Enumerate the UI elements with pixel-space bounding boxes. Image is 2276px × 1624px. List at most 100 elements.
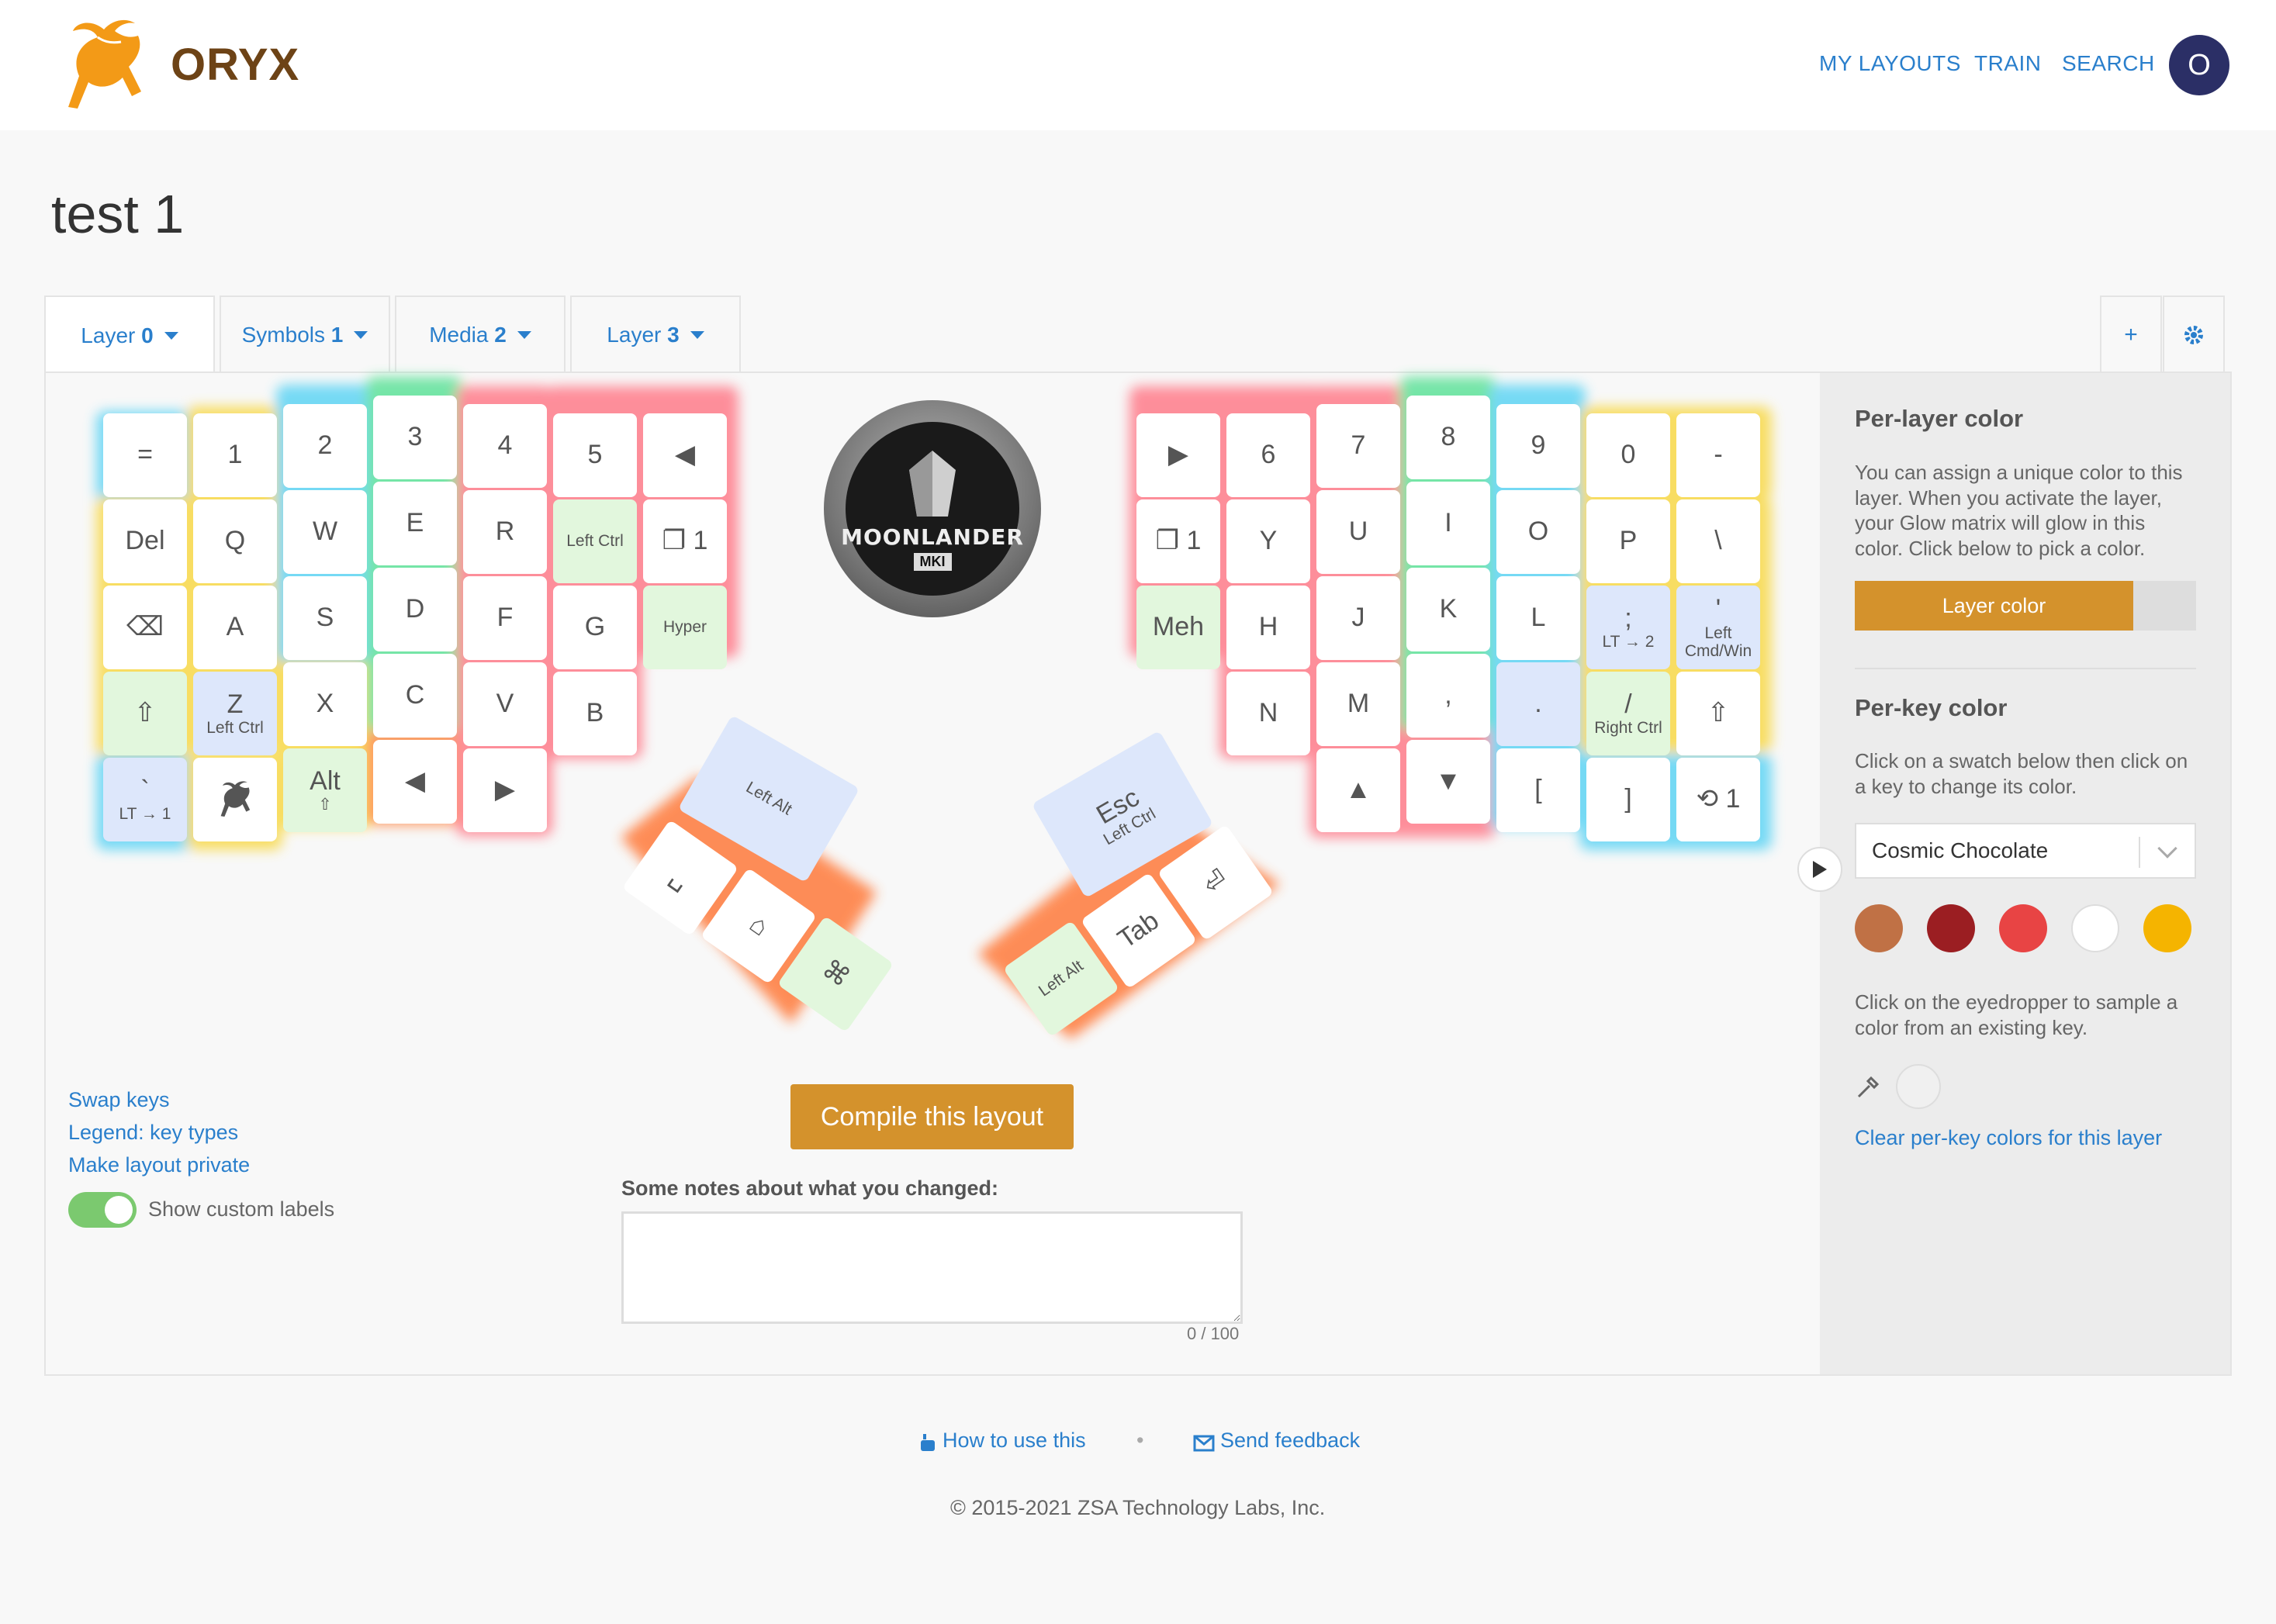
keyboard-key[interactable]: 3 — [373, 396, 457, 479]
keyboard-key[interactable]: 2 — [283, 404, 367, 488]
key-label: ; — [1624, 603, 1632, 633]
keyboard-key[interactable]: ▼ — [1406, 740, 1490, 824]
key-label: Q — [224, 526, 246, 556]
keyboard-key[interactable]: L — [1496, 576, 1580, 660]
keyboard-key[interactable]: Meh — [1136, 586, 1220, 669]
keyboard-key[interactable]: . — [1496, 662, 1580, 746]
color-swatch[interactable] — [1999, 904, 2047, 952]
keyboard-key[interactable]: E — [373, 482, 457, 565]
keyboard-key[interactable]: V — [463, 662, 547, 746]
key-label: ◀ — [674, 440, 696, 470]
keyboard-key[interactable]: ⟲ 1 — [1676, 758, 1760, 841]
keyboard-key[interactable]: Left Ctrl — [553, 499, 637, 583]
eyedropper-icon[interactable] — [1854, 1073, 1882, 1101]
keyboard-key[interactable]: H — [1226, 586, 1310, 669]
keyboard-key[interactable]: B — [553, 672, 637, 755]
keyboard-key[interactable]: Z Left Ctrl — [193, 672, 277, 755]
keyboard-key[interactable]: , — [1406, 654, 1490, 738]
keyboard-key[interactable]: I — [1406, 482, 1490, 565]
keyboard-key[interactable]: ❐ 1 — [643, 499, 727, 583]
keyboard-key[interactable]: 4 — [463, 404, 547, 488]
clear-colors-link[interactable]: Clear per-key colors for this layer — [1855, 1126, 2162, 1150]
keyboard-key[interactable]: N — [1226, 672, 1310, 755]
how-to-use-link[interactable]: How to use this — [943, 1429, 1086, 1453]
make-private-link[interactable]: Make layout private — [68, 1153, 250, 1177]
keyboard-key[interactable]: A — [193, 586, 277, 669]
color-swatch[interactable] — [2143, 904, 2191, 952]
keyboard-key[interactable]: ; LT → 2 — [1586, 586, 1670, 669]
keyboard-key[interactable]: U — [1316, 490, 1400, 574]
keyboard-key[interactable]: D — [373, 568, 457, 651]
keyboard-key[interactable]: 1 — [193, 413, 277, 497]
keyboard-key[interactable]: J — [1316, 576, 1400, 660]
layer-color-button[interactable]: Layer color — [1855, 581, 2196, 631]
keyboard-key[interactable]: [ — [1496, 748, 1580, 832]
legend-link[interactable]: Legend: key types — [68, 1121, 238, 1145]
keyboard-key[interactable]: Alt ⇧ — [283, 748, 367, 832]
key-label: W — [312, 517, 338, 547]
keyboard-key[interactable]: ▶ — [463, 748, 547, 832]
keyboard-key[interactable]: Q — [193, 499, 277, 583]
custom-labels-toggle[interactable] — [68, 1192, 137, 1228]
color-swatch[interactable] — [1855, 904, 1903, 952]
keyboard-key[interactable]: O — [1496, 490, 1580, 574]
keyboard-key[interactable]: C — [373, 654, 457, 738]
keyboard-key[interactable]: P — [1586, 499, 1670, 583]
key-label: ⟲ 1 — [1696, 784, 1741, 814]
keyboard-key[interactable]: / Right Ctrl — [1586, 672, 1670, 755]
keyboard-key[interactable]: K — [1406, 568, 1490, 651]
color-swatch[interactable] — [1927, 904, 1975, 952]
keyboard-key[interactable]: S — [283, 576, 367, 660]
keyboard-key[interactable]: Y — [1226, 499, 1310, 583]
keyboard-key[interactable]: W — [283, 490, 367, 574]
key-label: L — [1531, 603, 1546, 633]
keyboard-key[interactable]: ▲ — [1316, 748, 1400, 832]
key-label: ▲ — [1345, 775, 1371, 805]
keyboard-key[interactable]: 5 — [553, 413, 637, 497]
keyboard-key[interactable]: ◀ — [643, 413, 727, 497]
keyboard-key[interactable] — [193, 758, 277, 841]
color-swatch[interactable] — [2071, 904, 2119, 952]
keyboard-key[interactable]: F — [463, 576, 547, 660]
key-label: K — [1439, 594, 1458, 624]
keyboard-key[interactable]: ` LT → 1 — [103, 758, 187, 841]
keyboard-key[interactable]: G — [553, 586, 637, 669]
keyboard-key[interactable]: 0 — [1586, 413, 1670, 497]
notes-textarea[interactable] — [621, 1211, 1243, 1324]
keyboard-key[interactable]: R — [463, 490, 547, 574]
keyboard-key[interactable]: ⇧ — [103, 672, 187, 755]
key-sublabel: Left Ctrl — [206, 719, 264, 738]
key-label: ▶ — [1167, 440, 1189, 470]
sidebar-toggle-button[interactable] — [1797, 847, 1842, 892]
eyedropper-text: Click on the eyedropper to sample a colo… — [1855, 990, 2178, 1039]
keyboard-key[interactable]: ⇧ — [1676, 672, 1760, 755]
keyboard-key[interactable]: ◀ — [373, 740, 457, 824]
key-label: ❐ 1 — [662, 526, 708, 556]
keyboard-key[interactable]: ' Left Cmd/Win — [1676, 586, 1760, 669]
key-sublabel: LT → 2 — [1602, 633, 1655, 651]
keyboard-key[interactable]: \ — [1676, 499, 1760, 583]
keyboard-key[interactable]: M — [1316, 662, 1400, 746]
key-label: ⌫ — [126, 612, 164, 642]
swap-keys-link[interactable]: Swap keys — [68, 1088, 170, 1112]
keyboard-key[interactable]: ] — [1586, 758, 1670, 841]
keyboard-key[interactable]: 9 — [1496, 404, 1580, 488]
key-label: , — [1444, 680, 1452, 710]
key-label: Z — [227, 689, 244, 719]
color-select[interactable]: Cosmic Chocolate — [1855, 823, 2196, 879]
color-select-value: Cosmic Chocolate — [1872, 838, 2049, 862]
keyboard-key[interactable]: ▶ — [1136, 413, 1220, 497]
keyboard-key[interactable]: ❐ 1 — [1136, 499, 1220, 583]
keyboard-key[interactable]: ⌫ — [103, 586, 187, 669]
send-feedback-link[interactable]: Send feedback — [1220, 1429, 1360, 1453]
keyboard-key[interactable]: Hyper — [643, 586, 727, 669]
keyboard-key[interactable]: Del — [103, 499, 187, 583]
keyboard-key[interactable]: - — [1676, 413, 1760, 497]
compile-button[interactable]: Compile this layout — [790, 1084, 1074, 1149]
keyboard-key[interactable]: 7 — [1316, 404, 1400, 488]
keyboard-key[interactable]: X — [283, 662, 367, 746]
keyboard-key[interactable]: 8 — [1406, 396, 1490, 479]
toggle-label: Show custom labels — [148, 1197, 335, 1221]
keyboard-key[interactable]: 6 — [1226, 413, 1310, 497]
keyboard-key[interactable]: = — [103, 413, 187, 497]
